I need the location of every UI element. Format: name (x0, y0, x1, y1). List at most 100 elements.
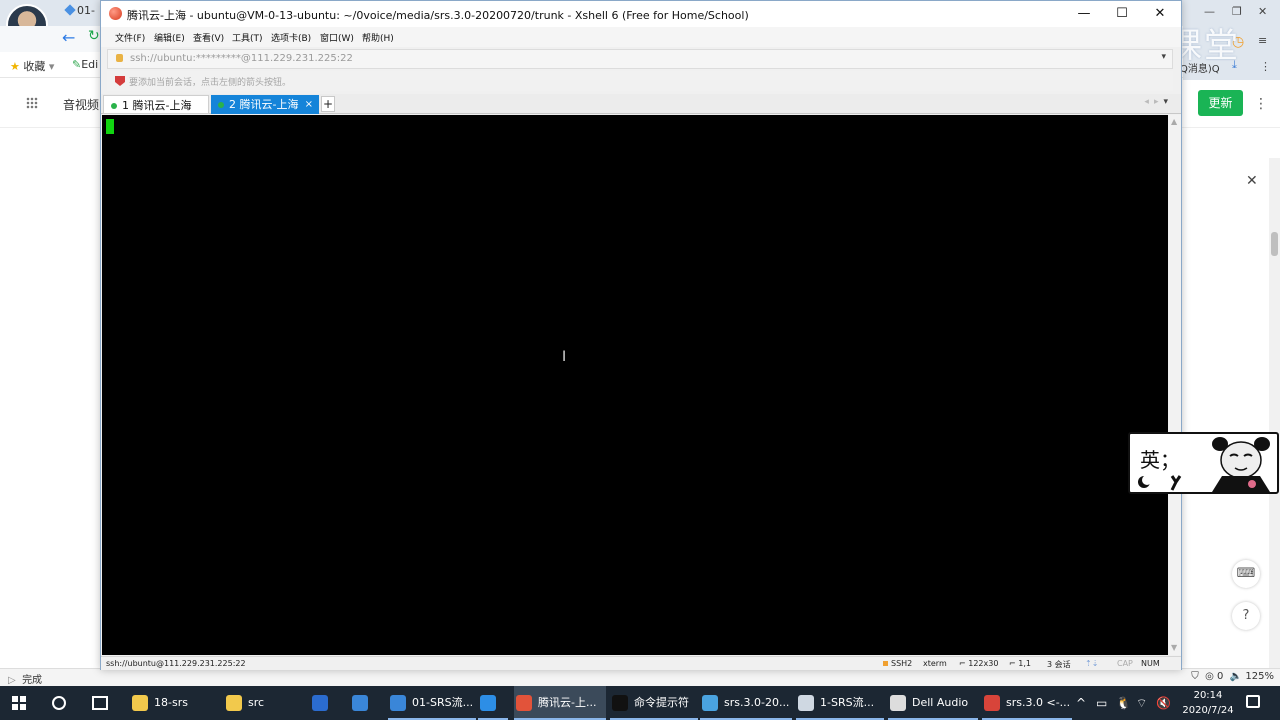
browser-tab-label: 01- (77, 4, 95, 17)
tab-scroll-arrows-icon[interactable]: ◂▸▾ (1144, 97, 1173, 107)
taskbar-item-srs-browser[interactable]: srs.3.0 <-... (982, 686, 1072, 720)
browser-close-icon[interactable]: ✕ (1258, 5, 1267, 18)
wifi-icon[interactable]: ⌔ (1136, 686, 1147, 720)
browser-status-bar: ▷ 完成 ⛉ ◎ 0 🔈 125% (0, 668, 1280, 686)
sound-icon: 🔈 (1229, 671, 1243, 682)
menu-bar: 文件(F) 编辑(E) 查看(V) 工具(T) 选项卡(B) 窗口(W) 帮助(… (101, 27, 1181, 47)
scrollbar-thumb[interactable] (1271, 232, 1278, 256)
menu-audio-video[interactable]: 音视频 (63, 96, 99, 113)
status-terminal-type: xterm (923, 659, 947, 668)
taskbar-item-label: srs.3.0 <-... (1006, 696, 1071, 709)
qq-tray-icon[interactable]: 🐧 (1116, 686, 1131, 720)
mouse-ibeam-icon: I (562, 349, 567, 365)
panel-close-icon[interactable]: ✕ (1246, 173, 1258, 189)
taskbar-item-src[interactable]: src (224, 686, 294, 720)
notification-icon[interactable] (1246, 695, 1260, 708)
srs-notes-app-icon (798, 695, 814, 711)
menu-tools[interactable]: 工具(T) (232, 31, 263, 44)
panda-face-icon (1212, 437, 1270, 492)
taskbar-item-srs-notes[interactable]: 1-SRS流... (796, 686, 884, 720)
bookmark-edit[interactable]: ✎Edi (72, 58, 98, 71)
taskbar-item-xshell[interactable]: 腾讯云-上... (514, 686, 606, 720)
taskbar-item-cmd[interactable]: 命令提示符 (610, 686, 698, 720)
status-sessions[interactable]: 3 会话 (1047, 659, 1071, 670)
transfer-arrows-icon: ⇡⇣ (1085, 659, 1099, 668)
taskbar-item-label: 01-SRS流... (412, 696, 474, 709)
xshell-status-bar: ssh://ubuntu@111.229.231.225:22 SSH2 xte… (101, 656, 1181, 670)
xshell-window: 腾讯云-上海 - ubuntu@VM-0-13-ubuntu: ~/0voice… (100, 0, 1182, 670)
window-title: 腾讯云-上海 - ubuntu@VM-0-13-ubuntu: ~/0voice… (127, 9, 749, 22)
keyboard-icon[interactable]: ⌨ (1232, 560, 1260, 588)
address-bar[interactable]: ssh://ubuntu:*********@111.229.231.225:2… (107, 49, 1173, 69)
tab-session-1[interactable]: 1 腾讯云-上海 (103, 95, 209, 114)
xshell-title-bar[interactable]: 腾讯云-上海 - ubuntu@VM-0-13-ubuntu: ~/0voice… (101, 1, 1181, 27)
taskbar-item-label: 1-SRS流... (820, 696, 875, 709)
sticker-image: 英； (1128, 432, 1279, 494)
address-dropdown-icon[interactable]: ▾ (1161, 52, 1166, 62)
xshell-app-icon[interactable] (109, 7, 122, 20)
browser-app-icon (352, 695, 368, 711)
taskbar-item-18-srs[interactable]: 18-srs (130, 686, 210, 720)
menu-view[interactable]: 查看(V) (193, 31, 224, 44)
menu-tabs[interactable]: 选项卡(B) (271, 31, 311, 44)
address-text: ssh://ubuntu:*********@111.229.231.225:2… (130, 53, 353, 64)
search-icon[interactable] (52, 696, 66, 710)
page-scrollbar[interactable] (1269, 158, 1280, 668)
wps-app-icon (312, 695, 328, 711)
system-clock[interactable]: 20:14 2020/7/24 (1180, 688, 1236, 718)
taskbar-item-browser[interactable] (350, 686, 380, 720)
refresh-icon[interactable]: ↻ (88, 28, 100, 44)
minimize-icon[interactable]: — (1067, 4, 1101, 24)
close-icon[interactable]: ✕ (1143, 4, 1177, 24)
windows-start-icon[interactable] (12, 696, 26, 710)
menu-icon[interactable]: ≡ (1258, 34, 1267, 47)
taskbar-item-dell-audio[interactable]: Dell Audio (888, 686, 978, 720)
lock-small-icon (883, 661, 888, 666)
taskbar-item-label: Dell Audio (912, 696, 969, 709)
sticker-text: 英； (1140, 448, 1180, 472)
lock-icon (116, 54, 123, 62)
more-icon[interactable]: ⋮ (1260, 60, 1271, 73)
scroll-up-icon[interactable]: ▲ (1171, 117, 1177, 126)
menu-edit[interactable]: 编辑(E) (154, 31, 185, 44)
srs-browser-app-icon (984, 695, 1000, 711)
volume-icon[interactable]: 🔇 (1156, 686, 1171, 720)
status-zoom[interactable]: ⛉ ◎ 0 🔈 125% (1191, 671, 1274, 682)
leaf-icon: ✎ (72, 58, 82, 71)
clock-date: 2020/7/24 (1182, 705, 1234, 716)
taskbar-item-wps[interactable] (310, 686, 340, 720)
taskbar: 18-srs src 01-SRS流... 腾讯云-上... 命令提示符 srs.3.0-… (0, 686, 1280, 720)
taskbar-item-srs-folder[interactable]: srs.3.0-20... (700, 686, 792, 720)
vscode-app-icon (480, 695, 496, 711)
maximize-icon[interactable]: ☐ (1105, 4, 1139, 24)
bookmark-favorites[interactable]: ★ 收藏 ▾ (10, 58, 54, 74)
tab-session-1-label: 1 腾讯云-上海 (122, 99, 192, 112)
moon-icon (1138, 475, 1182, 491)
status-cap: CAP (1117, 659, 1133, 668)
status-num: NUM (1141, 659, 1160, 668)
session-tip-bar: 要添加当前会话，点击左侧的箭头按钮。 (107, 71, 1173, 91)
tray-expand-icon[interactable]: ^ (1076, 686, 1086, 720)
menu-window[interactable]: 窗口(W) (320, 31, 354, 44)
help-icon[interactable]: ? (1232, 602, 1260, 630)
18-srs-app-icon (132, 695, 148, 711)
status-size: ⌐ 122x30 (959, 659, 999, 668)
scroll-down-icon[interactable]: ▼ (1171, 643, 1177, 652)
taskbar-item-vscode[interactable] (478, 686, 508, 720)
update-button[interactable]: 更新 (1198, 90, 1243, 116)
bookmark-flag-icon[interactable] (115, 76, 125, 86)
more-vertical-icon[interactable]: ⋮ (1254, 96, 1268, 112)
status-cursor-position: ⌐ 1,1 (1009, 659, 1031, 668)
battery-icon[interactable]: ▭ (1096, 686, 1107, 720)
back-arrow-icon[interactable]: ← (62, 28, 75, 47)
menu-help[interactable]: 帮助(H) (362, 31, 394, 44)
menu-file[interactable]: 文件(F) (115, 31, 145, 44)
tab-close-icon[interactable]: × (305, 95, 313, 114)
terminal-area[interactable]: I (102, 115, 1168, 655)
task-view-icon[interactable] (92, 696, 108, 710)
terminal-scrollbar[interactable]: ▲ ▼ (1169, 115, 1181, 655)
apps-grid-icon[interactable] (26, 97, 38, 109)
tab-session-2[interactable]: 2 腾讯云-上海 × (211, 95, 319, 114)
new-tab-button[interactable]: + (321, 96, 335, 112)
taskbar-item-srs-doc[interactable]: 01-SRS流... (388, 686, 476, 720)
